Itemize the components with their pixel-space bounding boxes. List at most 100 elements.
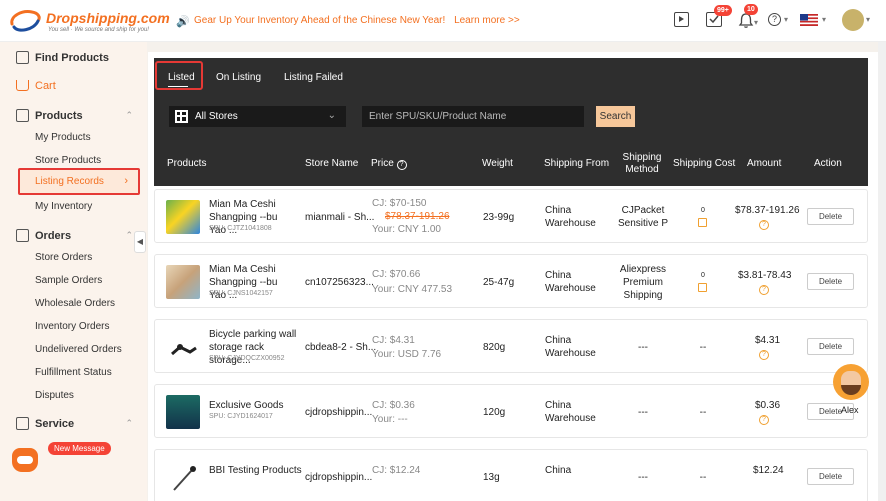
image-search-icon xyxy=(16,51,29,64)
shipping-method: CJPacket Sensitive P xyxy=(617,205,669,229)
weight: 25-47g xyxy=(483,277,515,288)
delete-button[interactable]: Delete xyxy=(807,273,854,290)
sidebar-item-sample-orders[interactable]: Sample Orders xyxy=(35,275,102,286)
amount: $0.36 xyxy=(755,400,781,411)
store-select[interactable]: All Stores ⌄ xyxy=(169,106,346,127)
sidebar-item-inventory-orders[interactable]: Inventory Orders xyxy=(35,321,109,332)
chevron-down-icon: ▾ xyxy=(784,15,789,24)
tab-listed[interactable]: Listed xyxy=(168,72,195,87)
product-sku: SPU: CJTZ1041808 xyxy=(209,225,272,232)
help-icon[interactable]: ? xyxy=(759,220,769,230)
help-icon[interactable]: ? xyxy=(396,160,407,170)
column-shipping-from: Shipping From xyxy=(544,158,610,169)
delete-button[interactable]: Delete xyxy=(807,468,854,485)
column-shipping-cost: Shipping Cost xyxy=(673,158,736,169)
dropshipping-logo[interactable]: Dropshipping.com You sell · We source an… xyxy=(8,6,170,36)
product-thumbnail[interactable] xyxy=(166,395,200,429)
sidebar-item-my-inventory[interactable]: My Inventory xyxy=(35,201,92,212)
help-icon[interactable]: ? xyxy=(759,415,769,425)
product-thumbnail[interactable] xyxy=(166,330,200,364)
shipping-method: --- xyxy=(638,472,648,483)
language-menu[interactable]: ▾ xyxy=(800,14,830,28)
sidebar-item-fulfillment-status[interactable]: Fulfillment Status xyxy=(35,367,112,378)
product-thumbnail[interactable] xyxy=(166,200,200,234)
column-price: Price ? xyxy=(371,158,407,170)
logo-swoosh-icon xyxy=(10,10,41,32)
weight: 23-99g xyxy=(483,212,515,223)
shipping-method: --- xyxy=(638,407,648,418)
announcement-bar: Gear Up Your Inventory Ahead of the Chin… xyxy=(194,15,520,26)
chevron-down-icon: ▾ xyxy=(822,15,827,24)
chat-agent-widget[interactable]: Alex xyxy=(831,364,873,415)
help-menu[interactable]: ? ▾ xyxy=(768,12,794,28)
notifications-icon[interactable]: 10 ▾ xyxy=(738,4,759,30)
shipping-method: --- xyxy=(638,342,648,353)
delete-button[interactable]: Delete xyxy=(807,338,854,355)
chevron-down-icon: ▾ xyxy=(754,18,759,27)
product-sku: SPU: CJNS1042157 xyxy=(209,290,273,297)
product-thumbnail[interactable] xyxy=(166,265,200,299)
play-icon xyxy=(679,16,684,22)
listing-header: Listed On Listing Listing Failed All Sto… xyxy=(154,58,868,186)
chevron-up-icon[interactable]: ⌃ xyxy=(125,418,133,429)
tab-on-listing[interactable]: On Listing xyxy=(216,72,261,83)
messages-icon[interactable]: 99+ xyxy=(706,5,732,27)
learn-more-link[interactable]: Learn more >> xyxy=(454,15,520,26)
table-row: Bicycle parking wall storage rack storag… xyxy=(154,319,868,373)
sidebar-item-listing-records[interactable]: Listing Records › xyxy=(18,168,140,195)
account-menu[interactable]: ▾ xyxy=(842,9,876,33)
chevron-down-icon: ▾ xyxy=(866,15,871,24)
shipping-from: China Warehouse xyxy=(545,400,596,424)
help-icon: ? xyxy=(768,13,781,26)
agent-name: Alex xyxy=(841,405,859,415)
chevron-up-icon[interactable]: ⌃ xyxy=(125,110,133,121)
help-icon[interactable]: ? xyxy=(759,350,769,360)
search-button[interactable]: Search xyxy=(596,106,635,127)
product-name[interactable]: BBI Testing Products xyxy=(209,464,309,477)
chevron-up-icon[interactable]: ⌃ xyxy=(125,230,133,241)
sidebar-item-undelivered-orders[interactable]: Undelivered Orders xyxy=(35,344,122,355)
sidebar-item-my-products[interactable]: My Products xyxy=(35,132,91,143)
amount: $78.37-191.26 xyxy=(735,205,800,216)
shipping-from: China Warehouse xyxy=(545,205,596,229)
amount: $4.31 xyxy=(755,335,781,346)
column-amount: Amount xyxy=(747,158,782,169)
sidebar: Find Products Cart Products ⌃ My Product… xyxy=(0,42,147,501)
grid-icon xyxy=(175,110,188,123)
testing-product-image xyxy=(173,466,196,491)
price-your: Your: --- xyxy=(372,414,408,425)
column-products: Products xyxy=(167,158,207,169)
messages-badge: 99+ xyxy=(714,5,732,16)
product-thumbnail[interactable] xyxy=(166,460,200,494)
shipping-from: China Warehouse xyxy=(545,335,596,359)
new-message-widget[interactable]: New Message xyxy=(12,440,132,474)
top-bar: Dropshipping.com You sell · We source an… xyxy=(0,0,886,42)
logo-name: Dropshipping.com xyxy=(46,10,170,26)
price-cj: CJ: $12.24 xyxy=(372,465,421,476)
page-scrollbar[interactable] xyxy=(878,42,886,501)
column-action: Action xyxy=(814,158,842,169)
sidebar-item-wholesale-orders[interactable]: Wholesale Orders xyxy=(35,298,115,309)
shipping-detail-icon[interactable] xyxy=(698,218,707,227)
product-name[interactable]: Exclusive Goods xyxy=(209,399,297,412)
shipping-detail-icon[interactable] xyxy=(698,283,707,292)
table-row: Mian Ma Ceshi Shangping --bu Yao ... SPU… xyxy=(154,189,868,243)
sidebar-item-disputes[interactable]: Disputes xyxy=(35,390,74,401)
weight: 13g xyxy=(483,472,500,483)
help-icon[interactable]: ? xyxy=(759,285,769,295)
price-your: Your: USD 7.76 xyxy=(372,349,442,360)
tab-listing-failed[interactable]: Listing Failed xyxy=(284,72,343,83)
video-icon[interactable] xyxy=(674,12,689,27)
sidebar-item-store-products[interactable]: Store Products xyxy=(35,155,101,166)
store-name: mianmali - Sh... xyxy=(305,212,375,223)
service-icon xyxy=(16,417,29,430)
column-shipping-method: Shipping Method xyxy=(622,152,662,175)
search-input[interactable] xyxy=(362,106,584,127)
shipping-from: China xyxy=(545,465,572,476)
us-flag-icon xyxy=(800,14,818,26)
sidebar-item-store-orders[interactable]: Store Orders xyxy=(35,252,92,263)
product-sku: SPU: CJYDQCZX00952 xyxy=(209,355,285,362)
shipping-method: Aliexpress Premium Shipping xyxy=(619,264,667,301)
collapse-sidebar-button[interactable]: ◀ xyxy=(134,231,146,253)
delete-button[interactable]: Delete xyxy=(807,208,854,225)
